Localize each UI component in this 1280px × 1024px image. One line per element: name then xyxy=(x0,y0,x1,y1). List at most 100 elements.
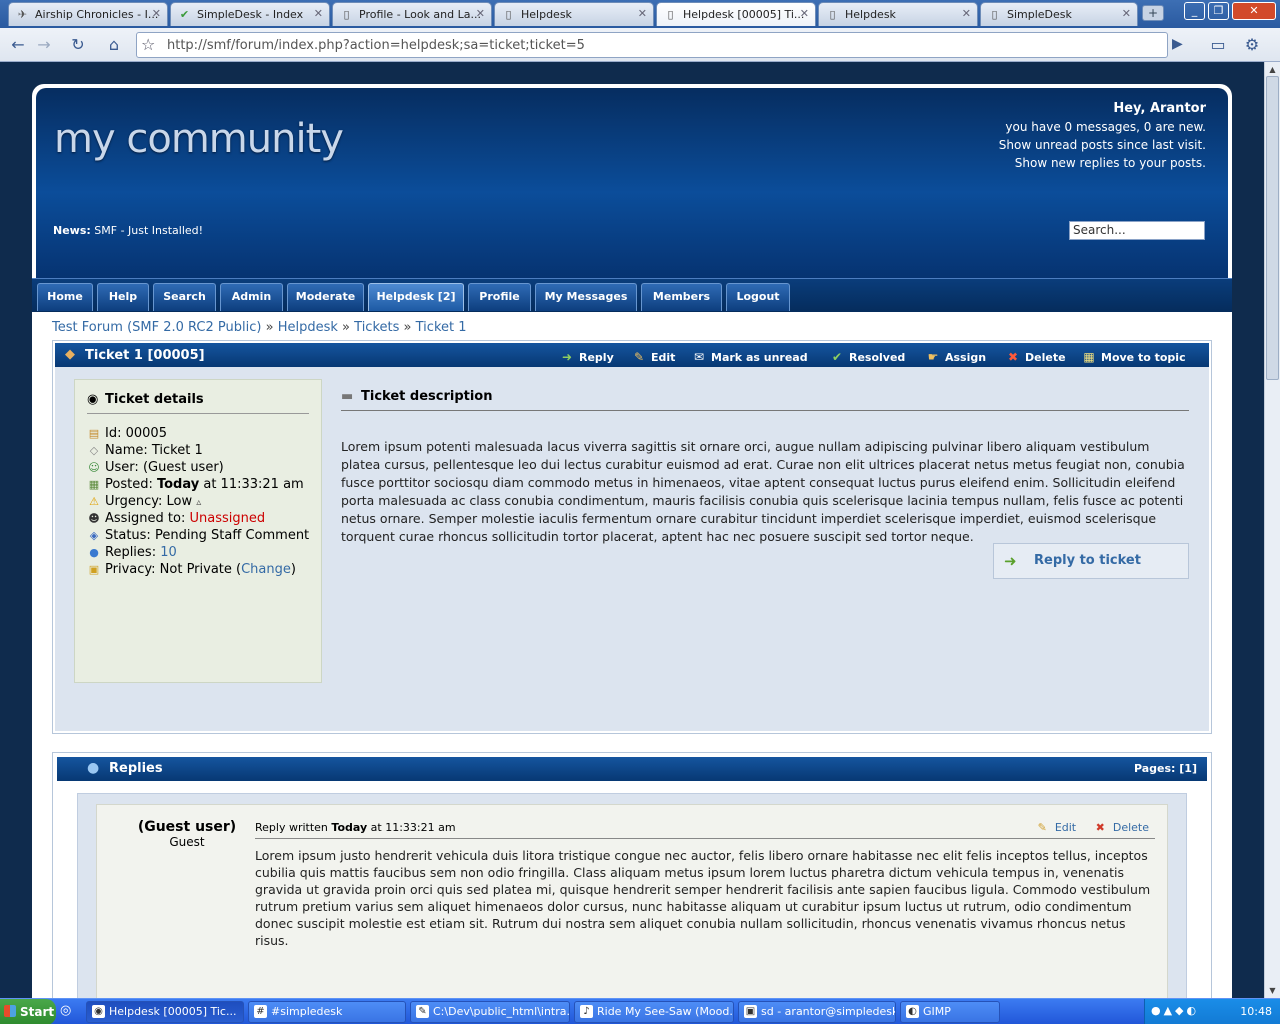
delete-action[interactable]: ✖ Delete xyxy=(1005,350,1066,364)
address-bar[interactable]: ☆ http://smf/forum/index.php?action=help… xyxy=(136,32,1168,58)
scrollbar-thumb[interactable] xyxy=(1266,76,1279,380)
browser-tab-7[interactable]: ▯ SimpleDesk ✕ xyxy=(980,2,1138,26)
browser-tab-2[interactable]: ✔ SimpleDesk - Index ✕ xyxy=(170,2,330,26)
reply-action[interactable]: ➜ Reply xyxy=(559,350,614,364)
value: at 11:33:21 am xyxy=(203,477,304,492)
close-window-button[interactable]: ✕ xyxy=(1232,2,1276,20)
clock[interactable]: 10:48 xyxy=(1240,1005,1272,1018)
bookmark-star-icon[interactable]: ☆ xyxy=(141,35,155,54)
menu-item-my-messages[interactable]: My Messages xyxy=(535,283,637,311)
browser-tab-4[interactable]: ▯ Helpdesk ✕ xyxy=(494,2,654,26)
menu-item-search[interactable]: Search xyxy=(153,283,216,311)
reply-item: (Guest user) Guest Reply written Today a… xyxy=(96,804,1168,998)
assign-action[interactable]: ☛ Assign xyxy=(925,350,986,364)
scroll-down-arrow-icon[interactable]: ▼ xyxy=(1265,983,1280,998)
browser-tab-1[interactable]: ✈ Airship Chronicles - I... ✕ xyxy=(8,2,168,26)
menu-item-home[interactable]: Home xyxy=(37,283,93,311)
urgency-increase-icon[interactable]: ▵ xyxy=(196,497,201,508)
taskbar-item-gimp[interactable]: ◐ GIMP xyxy=(900,1001,1000,1023)
unread-posts-link[interactable]: Show unread posts since last visit. xyxy=(999,136,1206,154)
pages-value[interactable]: [1] xyxy=(1179,762,1197,775)
menu-item-members[interactable]: Members xyxy=(641,283,722,311)
mark-unread-action[interactable]: ✉ Mark as unread xyxy=(691,350,808,364)
taskbar-item-browser[interactable]: ◉ Helpdesk [00005] Tic... xyxy=(86,1001,244,1023)
page-menu-icon[interactable]: ▭ xyxy=(1206,34,1230,56)
maximize-button[interactable]: ❐ xyxy=(1208,2,1229,20)
page-icon: ▯ xyxy=(505,8,512,21)
breadcrumb-ticket[interactable]: Ticket 1 xyxy=(416,320,467,335)
detail-replies: ● Replies: 10 xyxy=(86,545,177,560)
close-icon[interactable]: ✕ xyxy=(962,7,971,20)
menu-item-helpdesk[interactable]: Helpdesk [2] xyxy=(368,283,464,311)
delete-x-icon: ✖ xyxy=(1095,821,1105,834)
label: Status: xyxy=(105,528,151,543)
taskbar-item-irc[interactable]: # #simpledesk xyxy=(248,1001,406,1023)
terminal-icon: ▣ xyxy=(744,1005,757,1018)
reply-actions: ✎ Edit ✖ Delete xyxy=(1022,821,1149,834)
search-input[interactable]: Search... xyxy=(1069,221,1205,240)
detail-id: ▤ Id: 00005 xyxy=(86,426,167,441)
label: Id: xyxy=(105,426,122,441)
edit-action[interactable]: ✎ Edit xyxy=(631,350,675,364)
home-icon[interactable]: ⌂ xyxy=(102,34,126,56)
scroll-up-arrow-icon[interactable]: ▲ xyxy=(1265,62,1280,77)
arrow-right-icon: ➜ xyxy=(561,350,573,364)
tab-label: Airship Chronicles - I... xyxy=(35,8,159,21)
close-icon[interactable]: ✕ xyxy=(314,7,323,20)
windows-taskbar: Start ◎ ◉ Helpdesk [00005] Tic... # #simpl… xyxy=(0,998,1280,1024)
chat-icon: # xyxy=(254,1005,267,1018)
minimize-button[interactable]: _ xyxy=(1184,2,1205,20)
breadcrumb-forum[interactable]: Test Forum (SMF 2.0 RC2 Public) xyxy=(52,320,261,335)
messages-link[interactable]: you have 0 messages, 0 are new. xyxy=(999,118,1206,136)
back-arrow-icon[interactable]: ← xyxy=(6,34,30,56)
wrench-icon[interactable]: ⚙ xyxy=(1240,34,1264,56)
start-button[interactable]: Start xyxy=(0,999,56,1024)
reply-edit-link[interactable]: ✎ Edit xyxy=(1030,821,1077,834)
replies-title: Replies xyxy=(109,761,163,776)
taskbar-label: #simpledesk xyxy=(271,1005,343,1018)
forward-arrow-icon[interactable]: → xyxy=(32,34,56,56)
quick-launch-icon[interactable]: ◎ xyxy=(60,1003,71,1018)
forum-logo[interactable]: my community xyxy=(54,116,344,162)
detail-urgency: ⚠ Urgency: Low ▵ xyxy=(86,494,201,509)
go-arrow-icon[interactable]: ▶ xyxy=(1172,36,1183,52)
menu-item-profile[interactable]: Profile xyxy=(468,283,531,311)
close-icon[interactable]: ✕ xyxy=(1122,7,1131,20)
greeting: Hey, Arantor xyxy=(1113,101,1206,116)
pencil-icon: ✎ xyxy=(1037,821,1047,834)
replies-count-link[interactable]: 10 xyxy=(160,545,177,560)
move-to-topic-action[interactable]: ▦ Move to topic xyxy=(1081,350,1185,364)
tray-icons[interactable]: ●▲◆◐ xyxy=(1151,1004,1199,1017)
taskbar-item-ssh[interactable]: ▣ sd - arantor@simpledesk... xyxy=(738,1001,896,1023)
close-icon[interactable]: ✕ xyxy=(638,7,647,20)
resolved-action[interactable]: ✔ Resolved xyxy=(829,350,905,364)
menu-item-admin[interactable]: Admin xyxy=(220,283,283,311)
breadcrumb-helpdesk[interactable]: Helpdesk xyxy=(278,320,338,335)
reply-delete-link[interactable]: ✖ Delete xyxy=(1088,821,1149,834)
close-icon[interactable]: ✕ xyxy=(152,7,161,20)
reload-icon[interactable]: ↻ xyxy=(66,34,90,56)
page-icon: ▯ xyxy=(829,8,836,21)
warning-icon: ⚠ xyxy=(89,495,99,508)
breadcrumb-tickets[interactable]: Tickets xyxy=(354,320,399,335)
browser-tab-3[interactable]: ▯ Profile - Look and La... ✕ xyxy=(332,2,492,26)
page-scrollbar[interactable]: ▲ ▼ xyxy=(1264,62,1280,998)
user-info: Hey, Arantor you have 0 messages, 0 are … xyxy=(999,100,1206,172)
menu-item-logout[interactable]: Logout xyxy=(726,283,790,311)
address-url[interactable]: http://smf/forum/index.php?action=helpde… xyxy=(167,38,585,53)
taskbar-label: GIMP xyxy=(923,1005,951,1018)
browser-tab-5[interactable]: ▯ Helpdesk [00005] Ti... ✕ xyxy=(656,2,816,26)
close-icon[interactable]: ✕ xyxy=(800,7,809,20)
new-replies-link[interactable]: Show new replies to your posts. xyxy=(999,154,1206,172)
close-icon[interactable]: ✕ xyxy=(476,7,485,20)
taskbar-item-media[interactable]: ♪ Ride My See-Saw (Mood... xyxy=(574,1001,734,1023)
menu-item-help[interactable]: Help xyxy=(97,283,149,311)
reply-to-ticket-button[interactable]: ➜ Reply to ticket xyxy=(993,543,1189,579)
menu-item-moderate[interactable]: Moderate xyxy=(287,283,364,311)
assignee-icon: ☻ xyxy=(88,512,100,525)
privacy-change-link[interactable]: Change xyxy=(241,562,291,577)
taskbar-item-editor[interactable]: ✎ C:\Dev\public_html\intra... xyxy=(410,1001,570,1023)
browser-tab-6[interactable]: ▯ Helpdesk ✕ xyxy=(818,2,978,26)
detail-user: ☺ User: (Guest user) xyxy=(86,460,223,475)
new-tab-button[interactable]: + xyxy=(1142,5,1164,21)
